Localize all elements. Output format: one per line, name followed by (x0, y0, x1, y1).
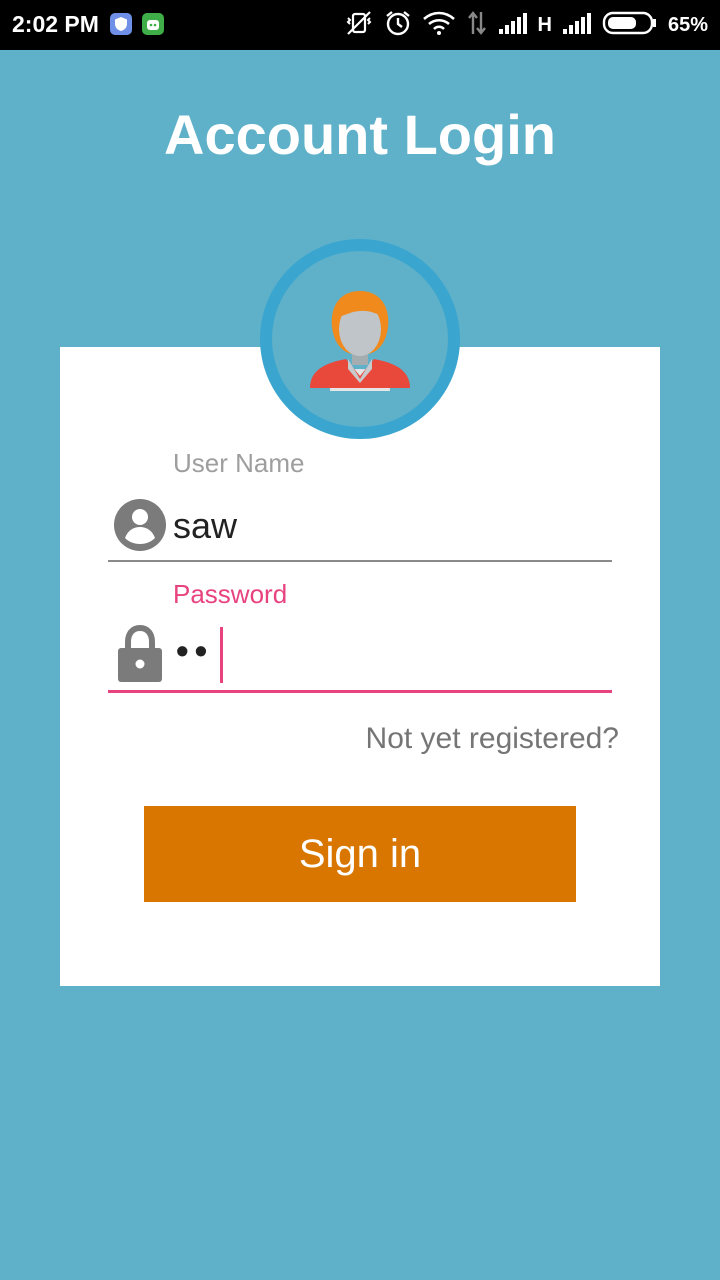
data-arrows-icon (466, 10, 488, 41)
battery-percent: 65% (667, 13, 708, 36)
vpn-shield-icon (110, 13, 132, 35)
signal-icon (562, 11, 592, 40)
female-user-icon (310, 291, 410, 391)
person-icon (112, 497, 168, 557)
text-cursor (220, 627, 223, 683)
password-underline (108, 690, 612, 693)
password-input[interactable]: •• (176, 630, 213, 672)
lock-icon (116, 624, 164, 688)
app-icon (142, 13, 164, 35)
wifi-icon (422, 10, 456, 41)
username-label: User Name (173, 448, 305, 478)
username-input[interactable]: saw (173, 505, 237, 547)
page-title: Account Login (164, 103, 556, 166)
vibrate-off-icon (344, 9, 374, 42)
alarm-icon (384, 9, 412, 42)
sign-in-button[interactable]: Sign in (144, 806, 576, 902)
signal-icon (498, 11, 528, 40)
avatar (260, 239, 460, 439)
register-link[interactable]: Not yet registered? (366, 722, 619, 756)
status-time: 2:02 PM (12, 11, 99, 37)
network-type: H (537, 13, 552, 36)
password-label: Password (173, 579, 288, 609)
battery-icon (602, 10, 658, 41)
status-bar: 2:02 PM H 65% (0, 0, 720, 50)
username-underline (108, 560, 612, 562)
